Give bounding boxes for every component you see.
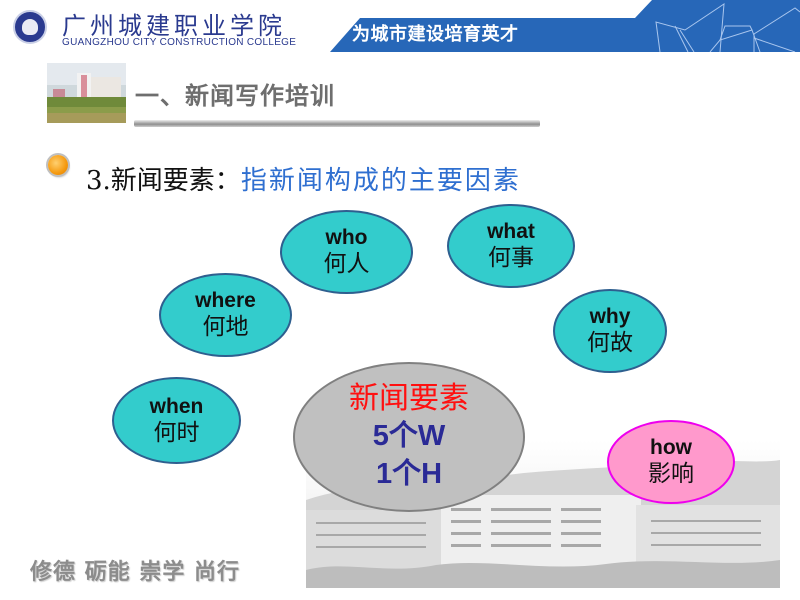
element-what-en: what	[487, 220, 535, 243]
element-how-cn: 影响	[648, 461, 694, 487]
center-title: 新闻要素	[349, 381, 469, 416]
element-where: where 何地	[159, 273, 292, 357]
school-name-en: GUANGZHOU CITY CONSTRUCTION COLLEGE	[62, 37, 297, 48]
element-what: what 何事	[447, 204, 575, 288]
element-when-cn: 何时	[153, 419, 200, 446]
element-why: why 何故	[553, 289, 667, 373]
slogan: 为城市建设培育英才	[352, 24, 519, 45]
bullet-definition: 指新闻构成的主要因素	[240, 166, 521, 196]
element-why-en: why	[589, 305, 631, 328]
section-title: 一、新闻写作培训	[135, 82, 335, 110]
bullet-line: 3.新闻要素：指新闻构成的主要因素	[86, 160, 521, 197]
college-logo	[13, 10, 47, 44]
bullet-label: 3.新闻要素：	[86, 166, 241, 196]
title-underline	[134, 120, 540, 127]
element-where-en: where	[195, 289, 256, 312]
orange-bullet-icon	[48, 155, 68, 175]
element-what-cn: 何事	[488, 245, 534, 271]
element-when-en: when	[149, 394, 204, 418]
center-ellipse: 新闻要素 5个W 1个H	[293, 362, 525, 512]
college-motto: 修德 砺能 崇学 尚行	[30, 560, 240, 585]
element-when: when 何时	[112, 377, 241, 464]
element-who-en: who	[325, 226, 368, 249]
element-where-cn: 何地	[202, 314, 249, 340]
element-how: how 影响	[607, 420, 735, 504]
school-name-cn: 广州城建职业学院	[62, 12, 286, 40]
swan-emblem-icon	[22, 19, 38, 35]
element-who-cn: 何人	[323, 251, 370, 277]
center-line-h: 1个H	[375, 458, 443, 490]
element-how-en: how	[650, 436, 692, 459]
campus-thumbnail	[47, 63, 126, 123]
center-line-w: 5个W	[372, 420, 446, 452]
element-why-cn: 何故	[587, 330, 633, 356]
element-who: who 何人	[280, 210, 413, 294]
